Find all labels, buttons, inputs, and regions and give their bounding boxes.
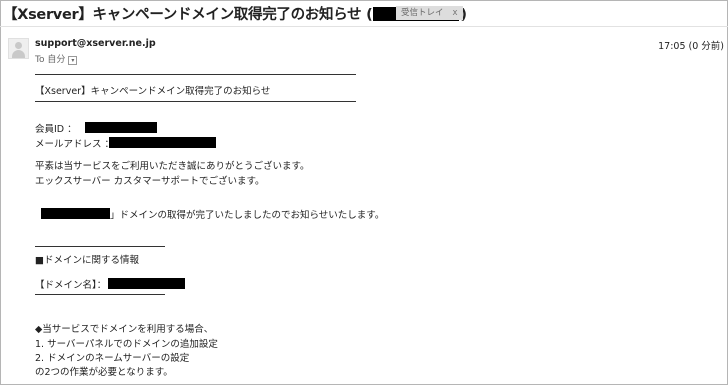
usage-heading: ◆当サービスでドメインを利用する場合、 [35,324,214,335]
section-title: ■ドメインに関する情報 [35,255,139,266]
recipient-text: To 自分 [35,55,66,65]
domain-name-redaction [108,278,185,289]
usage-closing: の2つの作業が必要となります。 [35,367,173,378]
subject-prefix: 【Xserver】キャンペーンドメイン取得完了のお知らせ ( [3,7,373,23]
sender-address[interactable]: support@xserver.ne.jp [35,38,156,49]
email-redaction [109,137,216,148]
notice-domain-redaction [41,208,110,219]
heading-rule-top [35,74,356,75]
section-rule-bottom [35,294,165,295]
greeting-line-1: 平素は当サービスをご利用いただき誠にありがとうございます。 [35,161,310,172]
member-id-redaction [85,122,157,133]
chevron-down-icon[interactable]: ▾ [68,56,78,65]
domain-name-label: 【ドメイン名】： [35,280,107,291]
member-id-label: 会員ID ： [35,124,77,135]
recipient-line: To 自分 ▾ [35,52,78,65]
inbox-label-text: 受信トレイ [401,8,444,18]
body-heading: 【Xserver】キャンペーンドメイン取得完了のお知らせ [35,86,271,97]
usage-step-1: 1. サーバーパネルでのドメインの追加設定 [35,339,218,350]
inbox-label-chip[interactable]: 受信トレイ x [396,6,463,20]
greeting-line-2: エックスサーバー カスタマーサポートでございます。 [35,176,265,187]
remove-label-icon[interactable]: x [453,8,458,18]
message-time: 17:05 (0 分前) [658,41,724,52]
default-avatar-icon [8,38,29,59]
heading-rule-bottom [35,101,356,102]
email-label: メールアドレス ： [35,139,115,150]
notice-text: 」ドメインの取得が完了いたしましたのでお知らせいたします。 [110,210,385,221]
subject-bar: 【Xserver】キャンペーンドメイン取得完了のお知らせ () 受信トレイ x [0,0,728,27]
usage-step-2: 2. ドメインのネームサーバーの設定 [35,353,190,364]
section-rule-top [35,246,165,247]
